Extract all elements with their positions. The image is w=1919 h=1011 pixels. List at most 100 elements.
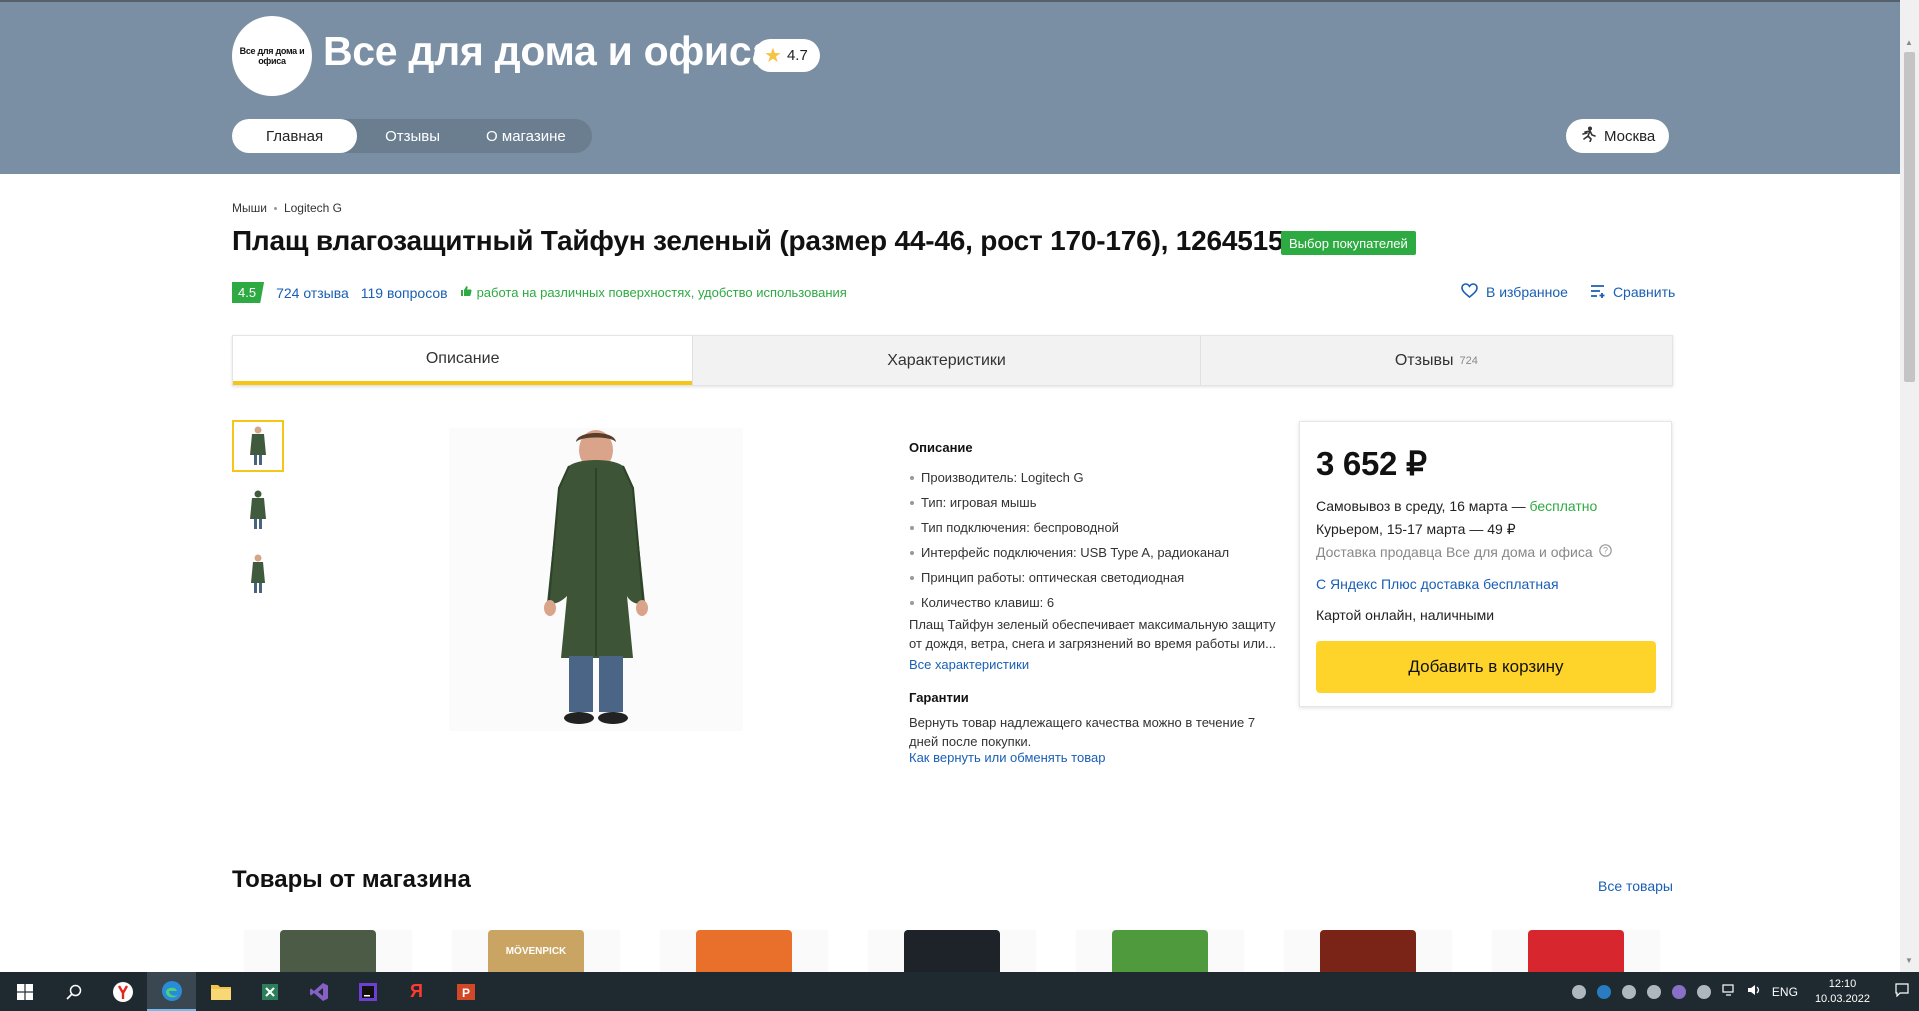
tab-reviews[interactable]: Отзывы 724 — [1199, 336, 1672, 385]
scroll-down-icon[interactable]: ▼ — [1905, 956, 1913, 965]
breadcrumb-separator — [273, 206, 277, 210]
visual-studio-icon[interactable] — [294, 972, 343, 1011]
reviews-link[interactable]: 724 отзыва — [276, 285, 349, 301]
yandex-icon[interactable]: Я — [392, 972, 441, 1011]
heart-icon — [1461, 283, 1478, 301]
guarantee-heading: Гарантии — [909, 690, 969, 705]
volume-icon[interactable] — [1747, 984, 1761, 999]
courier-icon — [1580, 126, 1596, 146]
city-label: Москва — [1604, 127, 1656, 145]
guarantee-line-1: Вернуть товар надлежащего качества можно… — [909, 715, 1256, 730]
spec-item: Тип подключения: беспроводной — [909, 519, 1279, 544]
all-goods-link[interactable]: Все товары — [1598, 878, 1673, 894]
shop-goods-carousel: MÖVENPICK — [244, 930, 1674, 972]
raincoat-image — [544, 430, 648, 724]
tab-description-label: Описание — [425, 349, 500, 367]
shop-good-image — [1112, 930, 1208, 972]
info-icon[interactable]: ? — [1598, 541, 1612, 564]
product-title: Плащ влагозащитный Тайфун зеленый (разме… — [232, 225, 1284, 256]
yandex-browser-icon[interactable] — [98, 972, 147, 1011]
shop-good-image: MÖVENPICK — [488, 930, 584, 972]
notifications-icon[interactable] — [1895, 983, 1909, 1000]
thumbnail-3[interactable] — [232, 548, 284, 600]
offer-box: 3 652 ₽ Самовывоз в среду, 16 марта — бе… — [1299, 421, 1672, 707]
svg-text:?: ? — [1603, 546, 1608, 556]
windows-start-icon[interactable] — [0, 972, 49, 1011]
shop-good-card[interactable] — [1492, 930, 1660, 972]
thumbnail-2[interactable] — [232, 484, 284, 536]
shop-name[interactable]: Все для дома и офиса — [323, 28, 775, 75]
shop-good-card[interactable] — [660, 930, 828, 972]
tab-specs[interactable]: Характеристики — [692, 336, 1200, 385]
language-indicator[interactable]: ENG — [1772, 985, 1798, 999]
shop-header: Все для дома и офиса Все для дома и офис… — [0, 0, 1900, 174]
price: 3 652 ₽ — [1316, 445, 1427, 482]
raincoat-thumb-image — [251, 554, 265, 593]
thumbnail-1[interactable] — [232, 420, 284, 472]
excel-like-app-icon[interactable] — [245, 972, 294, 1011]
pickup-info: Самовывоз в среду, 16 марта — бесплатно — [1316, 495, 1655, 518]
tray-app-icon[interactable] — [1696, 984, 1711, 999]
scrollbar-thumb[interactable] — [1904, 52, 1915, 382]
page: Все для дома и офиса Все для дома и офис… — [0, 0, 1919, 1011]
taskbar-clock[interactable]: 12:10 10.03.2022 — [1815, 977, 1870, 1007]
return-policy-link[interactable]: Как вернуть или обменять товар — [909, 750, 1279, 765]
plus-delivery-link[interactable]: С Яндекс Плюс доставка бесплатная — [1316, 573, 1655, 596]
breadcrumb-item-mice[interactable]: Мыши — [232, 201, 267, 215]
shop-good-card[interactable]: MÖVENPICK — [452, 930, 620, 972]
city-button[interactable]: Москва — [1566, 119, 1670, 153]
star-icon: ★ — [764, 44, 782, 67]
jetbrains-icon[interactable] — [343, 972, 392, 1011]
spec-item: Производитель: Logitech G — [909, 469, 1279, 494]
highlight[interactable]: работа на различных поверхностях, удобст… — [460, 285, 847, 300]
shop-good-image — [904, 930, 1000, 972]
breadcrumb-item-brand[interactable]: Logitech G — [284, 201, 342, 215]
description-heading: Описание — [909, 440, 973, 455]
nav-home[interactable]: Главная — [232, 119, 358, 153]
thumbnail-list — [232, 420, 284, 612]
powerpoint-icon[interactable]: P — [441, 972, 490, 1011]
shop-logo[interactable]: Все для дома и офиса — [232, 16, 312, 96]
add-to-cart-button[interactable]: Добавить в корзину — [1316, 641, 1656, 693]
product-rating-badge[interactable]: 4.5 — [232, 282, 265, 303]
tray-app-icon[interactable] — [1596, 984, 1611, 999]
spec-item: Тип: игровая мышь — [909, 494, 1279, 519]
all-specs-link[interactable]: Все характеристики — [909, 657, 1279, 672]
product-actions: В избранное Сравнить — [1461, 283, 1675, 301]
nav-reviews[interactable]: Отзывы — [357, 119, 468, 153]
edge-browser-icon[interactable] — [147, 972, 196, 1011]
tray-app-icon[interactable] — [1571, 984, 1586, 999]
tab-description[interactable]: Описание — [233, 336, 693, 385]
compare-button[interactable]: Сравнить — [1590, 284, 1675, 301]
svg-text:P: P — [461, 986, 469, 1000]
shop-good-card[interactable] — [244, 930, 412, 972]
guarantee-line-2: дней после покупки. — [909, 734, 1032, 749]
search-icon[interactable] — [49, 972, 98, 1011]
file-explorer-icon[interactable] — [196, 972, 245, 1011]
tray-app-icon[interactable] — [1621, 984, 1636, 999]
shop-good-image — [696, 930, 792, 972]
raincoat-thumb-image — [250, 490, 266, 529]
scroll-up-icon[interactable]: ▲ — [1905, 38, 1913, 47]
shop-good-image — [1528, 930, 1624, 972]
product-tabs: Описание Характеристики Отзывы 724 — [232, 335, 1673, 386]
spec-item: Принцип работы: оптическая светодиодная — [909, 569, 1279, 594]
buyers-choice-badge: Выбор покупателей — [1281, 231, 1416, 255]
spec-list: Производитель: Logitech G Тип: игровая м… — [909, 469, 1279, 619]
tab-reviews-label: Отзывы — [1394, 351, 1454, 369]
pickup-text: Самовывоз в среду, 16 марта — — [1316, 498, 1526, 514]
network-icon[interactable] — [1722, 984, 1736, 999]
favorites-label: В избранное — [1486, 284, 1568, 300]
courier-info: Курьером, 15-17 марта — 49 ₽ — [1316, 521, 1516, 537]
tray-app-icon[interactable] — [1646, 984, 1661, 999]
shop-good-card[interactable] — [868, 930, 1036, 972]
shop-rating-badge[interactable]: ★ 4.7 — [754, 39, 820, 72]
tray-app-icon[interactable] — [1671, 984, 1686, 999]
shop-good-card[interactable] — [1076, 930, 1244, 972]
add-to-favorites-button[interactable]: В избранное — [1461, 283, 1568, 301]
nav-about[interactable]: О магазине — [468, 119, 584, 153]
shop-good-card[interactable] — [1284, 930, 1452, 972]
questions-link[interactable]: 119 вопросов — [361, 285, 448, 301]
page-scrollbar[interactable]: ▲ ▼ — [1900, 0, 1919, 972]
product-main-image[interactable] — [449, 428, 743, 731]
